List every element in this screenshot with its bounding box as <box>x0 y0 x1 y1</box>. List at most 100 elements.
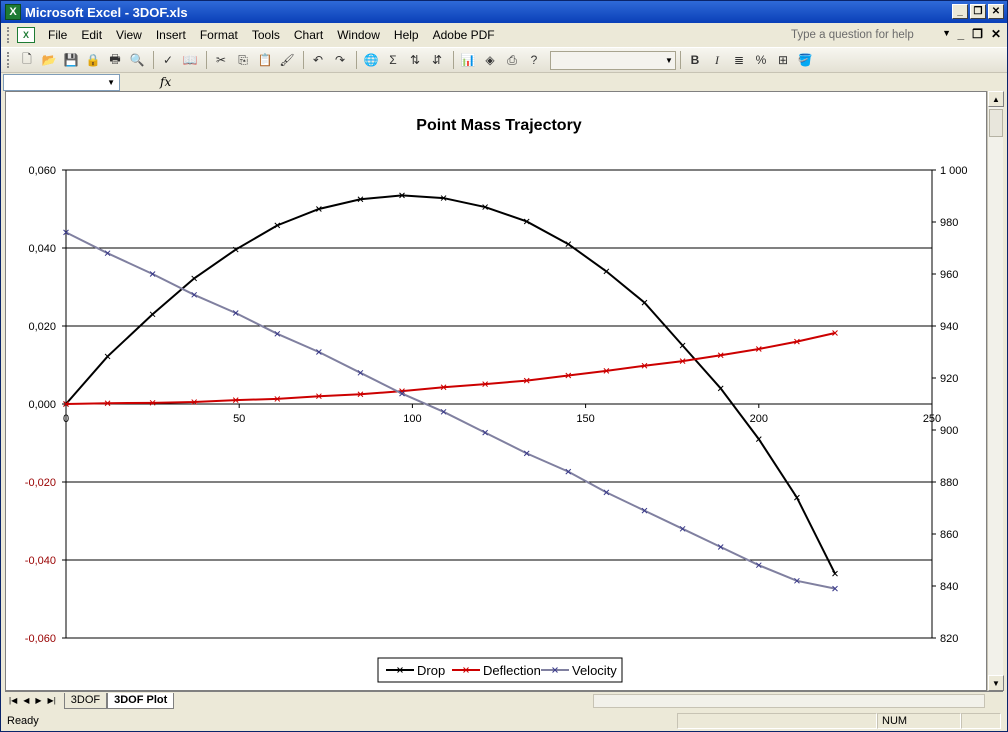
chart-sheet[interactable]: Point Mass Trajectory 0,060 0,040 0,020 0,00… <box>5 91 987 691</box>
legend-drop-label: Drop <box>417 663 445 678</box>
excel-window: X Microsoft Excel - 3DOF.xls _ ❐ ✕ X Fil… <box>0 0 1008 732</box>
redo-icon[interactable]: ↷ <box>330 50 350 70</box>
scroll-down-icon[interactable]: ▼ <box>988 675 1004 691</box>
percent-button[interactable]: % <box>751 50 771 70</box>
sort-descending-icon[interactable]: ⇵ <box>427 50 447 70</box>
menu-help[interactable]: Help <box>387 26 426 44</box>
legend-deflection-label: Deflection <box>483 663 541 678</box>
y-tick-label: 0,000 <box>28 399 56 411</box>
help-search-input[interactable]: Type a question for help <box>789 26 927 44</box>
series-drop-marker <box>149 311 156 318</box>
scroll-up-icon[interactable]: ▲ <box>988 91 1004 107</box>
sheet-tab-bar: |◀ ◀ ▶ ▶| 3DOF 3DOF Plot <box>5 691 1003 709</box>
x-tick-label: 250 <box>923 413 941 425</box>
y2-tick-label: 880 <box>940 477 958 489</box>
cut-icon[interactable]: ✂ <box>211 50 231 70</box>
print-icon[interactable]: 🖶 <box>105 50 125 70</box>
menu-window[interactable]: Window <box>330 26 387 44</box>
doc-close-icon[interactable]: ✕ <box>991 27 1001 41</box>
y-tick-label: -0,020 <box>25 477 56 489</box>
y2-tick-label: 940 <box>940 321 958 333</box>
autosum-icon[interactable]: Σ <box>383 50 403 70</box>
series-drop-line <box>65 194 836 575</box>
x-tick-label: 100 <box>403 413 421 425</box>
align-icon[interactable]: ≣ <box>729 50 749 70</box>
status-panel <box>677 713 877 729</box>
bold-button[interactable]: B <box>685 50 705 70</box>
menu-adobe-pdf[interactable]: Adobe PDF <box>426 26 502 44</box>
restore-icon[interactable]: ❐ <box>970 4 986 19</box>
menu-edit[interactable]: Edit <box>74 26 109 44</box>
sort-ascending-icon[interactable]: ⇅ <box>405 50 425 70</box>
y2-tick-label: 900 <box>940 425 958 437</box>
last-sheet-icon[interactable]: ▶| <box>48 696 56 705</box>
chart-title: Point Mass Trajectory <box>416 117 581 134</box>
paste-icon[interactable]: 📋 <box>255 50 275 70</box>
doc-restore-icon[interactable]: ❐ <box>972 27 983 41</box>
format-painter-icon[interactable]: 🖌 <box>277 50 297 70</box>
series-drop-marker <box>104 353 111 360</box>
doc-minimize-icon[interactable]: _ <box>957 27 964 41</box>
status-text: Ready <box>7 715 39 727</box>
fill-color-icon[interactable]: 🪣 <box>795 50 815 70</box>
close-icon[interactable]: ✕ <box>988 4 1004 19</box>
series-deflection-line <box>65 332 836 405</box>
y-tick-label: -0,060 <box>25 633 56 645</box>
menu-tools[interactable]: Tools <box>245 26 287 44</box>
research-icon[interactable]: 📖 <box>180 50 200 70</box>
name-box[interactable]: ▼ <box>3 73 120 91</box>
tab-3dof[interactable]: 3DOF <box>63 692 108 709</box>
excel-icon[interactable]: X <box>5 4 21 20</box>
x-tick-label: 0 <box>63 413 69 425</box>
y2-tick-label: 1 000 <box>940 165 968 177</box>
menu-format[interactable]: Format <box>193 26 245 44</box>
adobe-pdf-icon[interactable]: ⎙ <box>502 50 522 70</box>
series-drop-marker <box>641 299 648 306</box>
chart-wizard-icon[interactable]: 📊 <box>458 50 478 70</box>
save-icon[interactable]: 💾 <box>61 50 81 70</box>
menu-file[interactable]: File <box>41 26 74 44</box>
menu-grip[interactable] <box>7 27 11 43</box>
next-sheet-icon[interactable]: ▶ <box>35 696 41 705</box>
spelling-icon[interactable]: ✓ <box>158 50 178 70</box>
legend-velocity-label: Velocity <box>572 663 617 678</box>
print-preview-icon[interactable]: 🔍 <box>127 50 147 70</box>
menu-view[interactable]: View <box>109 26 149 44</box>
open-icon[interactable]: 📂 <box>39 50 59 70</box>
y2-tick-label: 820 <box>940 633 958 645</box>
menu-chart[interactable]: Chart <box>287 26 330 44</box>
window-title: Microsoft Excel - 3DOF.xls <box>25 4 188 20</box>
function-icon[interactable]: fx <box>160 75 171 89</box>
undo-icon[interactable]: ↶ <box>308 50 328 70</box>
series-drop-marker <box>603 268 610 275</box>
scroll-thumb[interactable] <box>989 109 1003 137</box>
series-velocity-line <box>65 231 836 590</box>
first-sheet-icon[interactable]: |◀ <box>9 696 17 705</box>
drawing-icon[interactable]: ◈ <box>480 50 500 70</box>
y2-tick-label: 980 <box>940 217 958 229</box>
toolbar-grip[interactable] <box>7 52 11 68</box>
prev-sheet-icon[interactable]: ◀ <box>23 696 29 705</box>
y2-tick-label: 960 <box>940 269 958 281</box>
y2-tick-label: 840 <box>940 581 958 593</box>
font-name-combo[interactable]: ▼ <box>550 50 676 70</box>
italic-button[interactable]: I <box>707 50 727 70</box>
hyperlink-icon[interactable]: 🌐 <box>361 50 381 70</box>
new-icon[interactable]: 🗋 <box>17 50 37 70</box>
trajectory-chart[interactable]: Point Mass Trajectory 0,060 0,040 0,020 0,00… <box>6 92 986 690</box>
help-icon[interactable]: ? <box>524 50 544 70</box>
series-drop-marker <box>679 342 686 349</box>
minimize-icon[interactable]: _ <box>952 4 968 19</box>
horizontal-scrollbar[interactable] <box>593 694 985 708</box>
vertical-scrollbar[interactable]: ▲ ▼ <box>987 91 1004 691</box>
menu-insert[interactable]: Insert <box>149 26 193 44</box>
workbook-icon[interactable]: X <box>17 27 35 43</box>
help-dropdown-icon[interactable]: ▼ <box>942 28 951 38</box>
copy-icon[interactable]: ⎘ <box>233 50 253 70</box>
permission-icon[interactable]: 🔒 <box>83 50 103 70</box>
tab-3dof-plot[interactable]: 3DOF Plot <box>107 692 175 709</box>
borders-icon[interactable]: ⊞ <box>773 50 793 70</box>
status-bar: Ready NUM <box>1 711 1007 731</box>
menu-bar: X File Edit View Insert Format Tools Cha… <box>1 23 1007 47</box>
y2-tick-label: 860 <box>940 529 958 541</box>
